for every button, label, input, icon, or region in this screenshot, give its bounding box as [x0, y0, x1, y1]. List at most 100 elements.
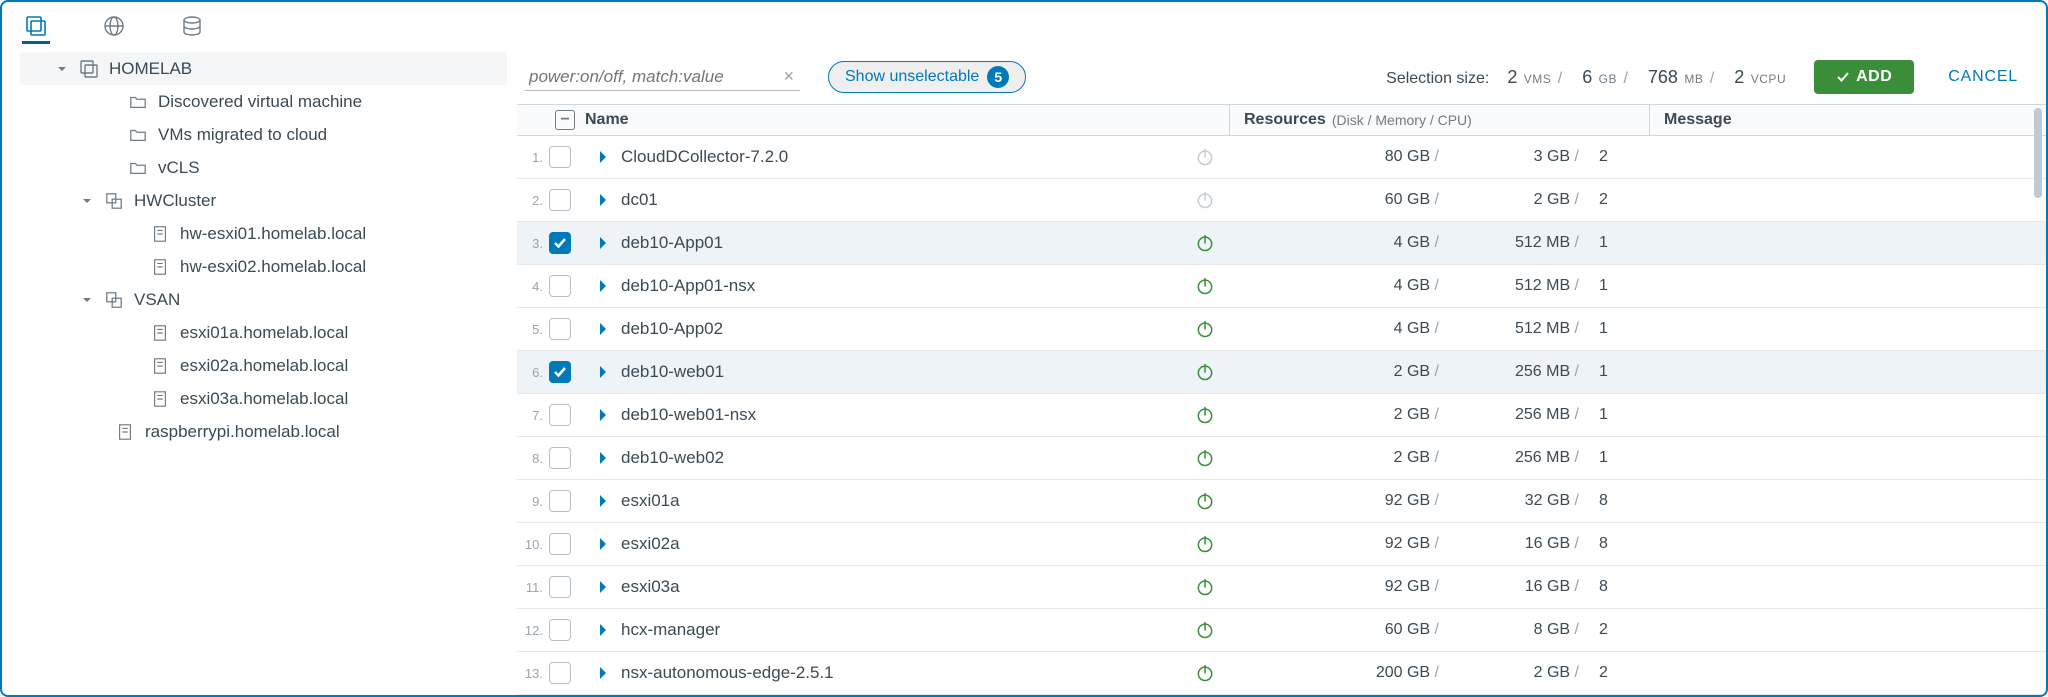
cpu-value: 1 — [1589, 277, 1649, 295]
row-number: 12. — [517, 623, 549, 638]
chevron-right-icon[interactable] — [585, 279, 621, 293]
chevron-right-icon[interactable] — [585, 537, 621, 551]
tree-cluster[interactable]: VSAN — [20, 283, 507, 316]
row-checkbox[interactable] — [549, 662, 571, 684]
table-row[interactable]: 11.esxi03a92 GB16 GB8 — [517, 566, 2046, 609]
host-icon — [150, 323, 170, 343]
folder-icon — [128, 125, 148, 145]
tree-host[interactable]: raspberrypi.homelab.local — [20, 415, 507, 448]
chevron-right-icon[interactable] — [585, 365, 621, 379]
row-checkbox[interactable] — [549, 318, 571, 340]
memory-value: 16 GB — [1449, 535, 1589, 553]
cpu-value: 1 — [1589, 320, 1649, 338]
chevron-right-icon[interactable] — [585, 580, 621, 594]
chevron-down-icon[interactable] — [55, 62, 69, 76]
table-row[interactable]: 9.esxi01a92 GB32 GB8 — [517, 480, 2046, 523]
datacenter-icon — [79, 59, 99, 79]
chevron-right-icon[interactable] — [585, 150, 621, 164]
row-checkbox[interactable] — [549, 189, 571, 211]
table-row[interactable]: 8.deb10-web022 GB256 MB1 — [517, 437, 2046, 480]
tab-storage-icon[interactable] — [178, 16, 206, 44]
vm-name: deb10-web02 — [621, 448, 1181, 468]
vm-name: dc01 — [621, 190, 1181, 210]
chevron-right-icon[interactable] — [585, 666, 621, 680]
table-row[interactable]: 5.deb10-App024 GB512 MB1 — [517, 308, 2046, 351]
scrollbar[interactable] — [2034, 108, 2042, 198]
header-checkbox[interactable]: − — [555, 110, 575, 130]
cancel-button[interactable]: CANCEL — [1942, 67, 2024, 87]
tree-label: HOMELAB — [109, 59, 192, 79]
chevron-right-icon[interactable] — [585, 322, 621, 336]
chevron-right-icon[interactable] — [585, 408, 621, 422]
chevron-down-icon[interactable] — [80, 293, 94, 307]
tab-vms-icon[interactable] — [22, 16, 50, 44]
search-input[interactable]: × — [525, 64, 800, 91]
row-number: 3. — [517, 236, 549, 251]
row-number: 4. — [517, 279, 549, 294]
row-checkbox[interactable] — [549, 619, 571, 641]
table-row[interactable]: 12.hcx-manager60 GB8 GB2 — [517, 609, 2046, 652]
row-checkbox[interactable] — [549, 576, 571, 598]
table-row[interactable]: 4.deb10-App01-nsx4 GB512 MB1 — [517, 265, 2046, 308]
table-row[interactable]: 6.deb10-web012 GB256 MB1 — [517, 351, 2046, 394]
table-row[interactable]: 13.nsx-autonomous-edge-2.5.1200 GB2 GB2 — [517, 652, 2046, 695]
row-checkbox[interactable] — [549, 533, 571, 555]
vm-name: hcx-manager — [621, 620, 1181, 640]
row-number: 5. — [517, 322, 549, 337]
cpu-value: 1 — [1589, 234, 1649, 252]
tree-host[interactable]: hw-esxi02.homelab.local — [20, 250, 507, 283]
search-field[interactable] — [527, 66, 779, 88]
disk-value: 4 GB — [1229, 277, 1449, 295]
chevron-down-icon[interactable] — [80, 194, 94, 208]
disk-value: 2 GB — [1229, 406, 1449, 424]
tree-host[interactable]: esxi02a.homelab.local — [20, 349, 507, 382]
memory-value: 512 MB — [1449, 277, 1589, 295]
memory-value: 2 GB — [1449, 664, 1589, 682]
disk-value: 60 GB — [1229, 621, 1449, 639]
tab-network-icon[interactable] — [100, 16, 128, 44]
row-checkbox[interactable] — [549, 447, 571, 469]
table-row[interactable]: 2.dc0160 GB2 GB2 — [517, 179, 2046, 222]
chevron-right-icon[interactable] — [585, 451, 621, 465]
clear-icon[interactable]: × — [779, 66, 798, 87]
tree-label: VSAN — [134, 290, 180, 310]
row-number: 6. — [517, 365, 549, 380]
vm-name: deb10-web01-nsx — [621, 405, 1181, 425]
vm-name: esxi03a — [621, 577, 1181, 597]
tree-folder[interactable]: vCLS — [20, 151, 507, 184]
table-row[interactable]: 1.CloudDCollector-7.2.080 GB3 GB2 — [517, 136, 2046, 179]
summary-label: Selection size: — [1386, 70, 1489, 88]
col-name: Name — [585, 111, 629, 129]
table-row[interactable]: 7.deb10-web01-nsx2 GB256 MB1 — [517, 394, 2046, 437]
chevron-right-icon[interactable] — [585, 623, 621, 637]
table-row[interactable]: 3.deb10-App014 GB512 MB1 — [517, 222, 2046, 265]
row-number: 11. — [517, 580, 549, 595]
cpu-value: 8 — [1589, 492, 1649, 510]
tree-host[interactable]: esxi03a.homelab.local — [20, 382, 507, 415]
tree-root[interactable]: HOMELAB — [20, 52, 507, 85]
tree-host[interactable]: esxi01a.homelab.local — [20, 316, 507, 349]
chevron-right-icon[interactable] — [585, 236, 621, 250]
tree-host[interactable]: hw-esxi01.homelab.local — [20, 217, 507, 250]
add-button[interactable]: ADD — [1814, 60, 1914, 94]
disk-value: 200 GB — [1229, 664, 1449, 682]
tree-cluster[interactable]: HWCluster — [20, 184, 507, 217]
show-unselectable-button[interactable]: Show unselectable 5 — [828, 61, 1026, 93]
power-icon — [1181, 362, 1229, 382]
row-checkbox[interactable] — [549, 275, 571, 297]
power-icon — [1181, 663, 1229, 683]
table-row[interactable]: 10.esxi02a92 GB16 GB8 — [517, 523, 2046, 566]
row-checkbox[interactable] — [549, 146, 571, 168]
chevron-right-icon[interactable] — [585, 494, 621, 508]
row-number: 7. — [517, 408, 549, 423]
row-checkbox[interactable] — [549, 490, 571, 512]
row-checkbox[interactable] — [549, 232, 571, 254]
chevron-right-icon[interactable] — [585, 193, 621, 207]
tree-folder[interactable]: Discovered virtual machine — [20, 85, 507, 118]
memory-value: 256 MB — [1449, 363, 1589, 381]
inventory-tree[interactable]: HOMELAB Discovered virtual machine VMs m… — [2, 50, 517, 695]
power-icon — [1181, 491, 1229, 511]
tree-folder[interactable]: VMs migrated to cloud — [20, 118, 507, 151]
row-checkbox[interactable] — [549, 361, 571, 383]
row-checkbox[interactable] — [549, 404, 571, 426]
